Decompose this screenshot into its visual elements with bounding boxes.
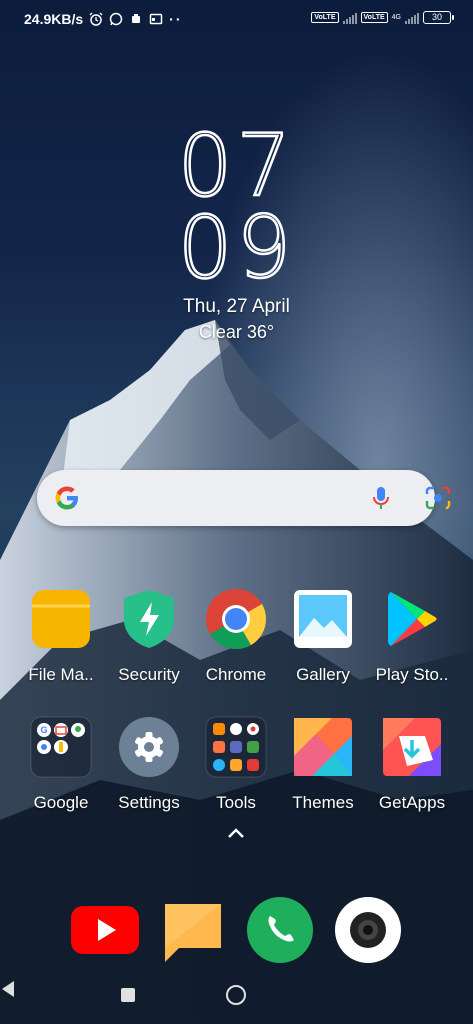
search-input[interactable]	[97, 484, 361, 514]
google-search-bar[interactable]	[37, 470, 451, 526]
app-label: Play Sto..	[375, 665, 449, 684]
folder-icon	[32, 590, 90, 648]
date-text[interactable]: Thu, 27 April	[0, 296, 473, 318]
notification-app-icon	[132, 14, 141, 23]
app-play-store[interactable]: Play Sto..	[367, 588, 457, 685]
app-label: GetApps	[378, 793, 446, 812]
volte-icon: VoLTE	[311, 12, 339, 23]
gear-icon	[119, 717, 179, 777]
themes-icon	[294, 718, 352, 776]
app-label: Chrome	[205, 665, 267, 684]
youtube-icon[interactable]	[70, 904, 140, 956]
app-chrome[interactable]: Chrome	[191, 588, 281, 685]
svg-text:G: G	[40, 725, 47, 735]
status-bar: 24.9KB/s ·· VoLTE VoLTE 4G 30	[0, 0, 473, 40]
recents-button[interactable]	[121, 988, 135, 1002]
gallery-icon	[294, 590, 352, 648]
home-button[interactable]	[226, 985, 246, 1005]
tools-folder-icon	[205, 716, 267, 778]
app-themes[interactable]: Themes	[278, 716, 368, 813]
shield-icon	[124, 590, 174, 648]
chevron-up-icon[interactable]	[226, 826, 246, 840]
app-label: Tools	[216, 793, 256, 812]
google-lens-icon[interactable]	[425, 486, 451, 510]
back-button[interactable]	[0, 980, 16, 998]
mic-icon[interactable]	[371, 484, 391, 512]
messages-icon[interactable]	[163, 900, 223, 964]
network-speed: 24.9KB/s	[24, 11, 84, 27]
app-label: Settings	[118, 793, 180, 812]
weather-text[interactable]: Clear 36°	[0, 322, 473, 343]
network-type: 4G	[391, 14, 401, 21]
google-folder-icon: G	[30, 716, 92, 778]
folder-google[interactable]: G Google	[16, 716, 106, 813]
signal-icon	[342, 12, 357, 24]
alarm-icon	[89, 12, 103, 26]
app-security[interactable]: Security	[104, 588, 194, 685]
volte-icon-2: VoLTE	[360, 12, 388, 23]
battery-icon: 30	[423, 11, 454, 24]
signal-icon-2	[405, 12, 419, 24]
app-label: Security	[118, 665, 180, 684]
app-label: File Ma..	[28, 665, 94, 684]
calendar-icon	[149, 13, 163, 25]
app-label: Google	[33, 793, 89, 812]
more-notifications-icon: ··	[169, 11, 183, 27]
app-file-manager[interactable]: File Ma..	[16, 588, 106, 685]
status-left: 24.9KB/s ··	[24, 11, 182, 27]
app-settings[interactable]: Settings	[104, 716, 194, 813]
google-logo-icon	[55, 486, 78, 510]
app-gallery[interactable]: Gallery	[278, 588, 368, 685]
camera-icon[interactable]	[334, 896, 402, 964]
status-right: VoLTE VoLTE 4G 30	[311, 11, 454, 24]
play-store-icon	[388, 592, 437, 646]
app-getapps[interactable]: GetApps	[367, 716, 457, 813]
folder-tools[interactable]: Tools	[191, 716, 281, 813]
clock-minute[interactable]: 09	[0, 199, 473, 298]
app-label: Gallery	[296, 665, 350, 684]
chrome-icon	[206, 589, 266, 650]
app-label: Themes	[292, 793, 354, 812]
whatsapp-icon	[109, 12, 123, 26]
phone-icon[interactable]	[246, 896, 314, 964]
navigation-bar	[0, 980, 473, 1010]
getapps-icon	[383, 718, 441, 776]
